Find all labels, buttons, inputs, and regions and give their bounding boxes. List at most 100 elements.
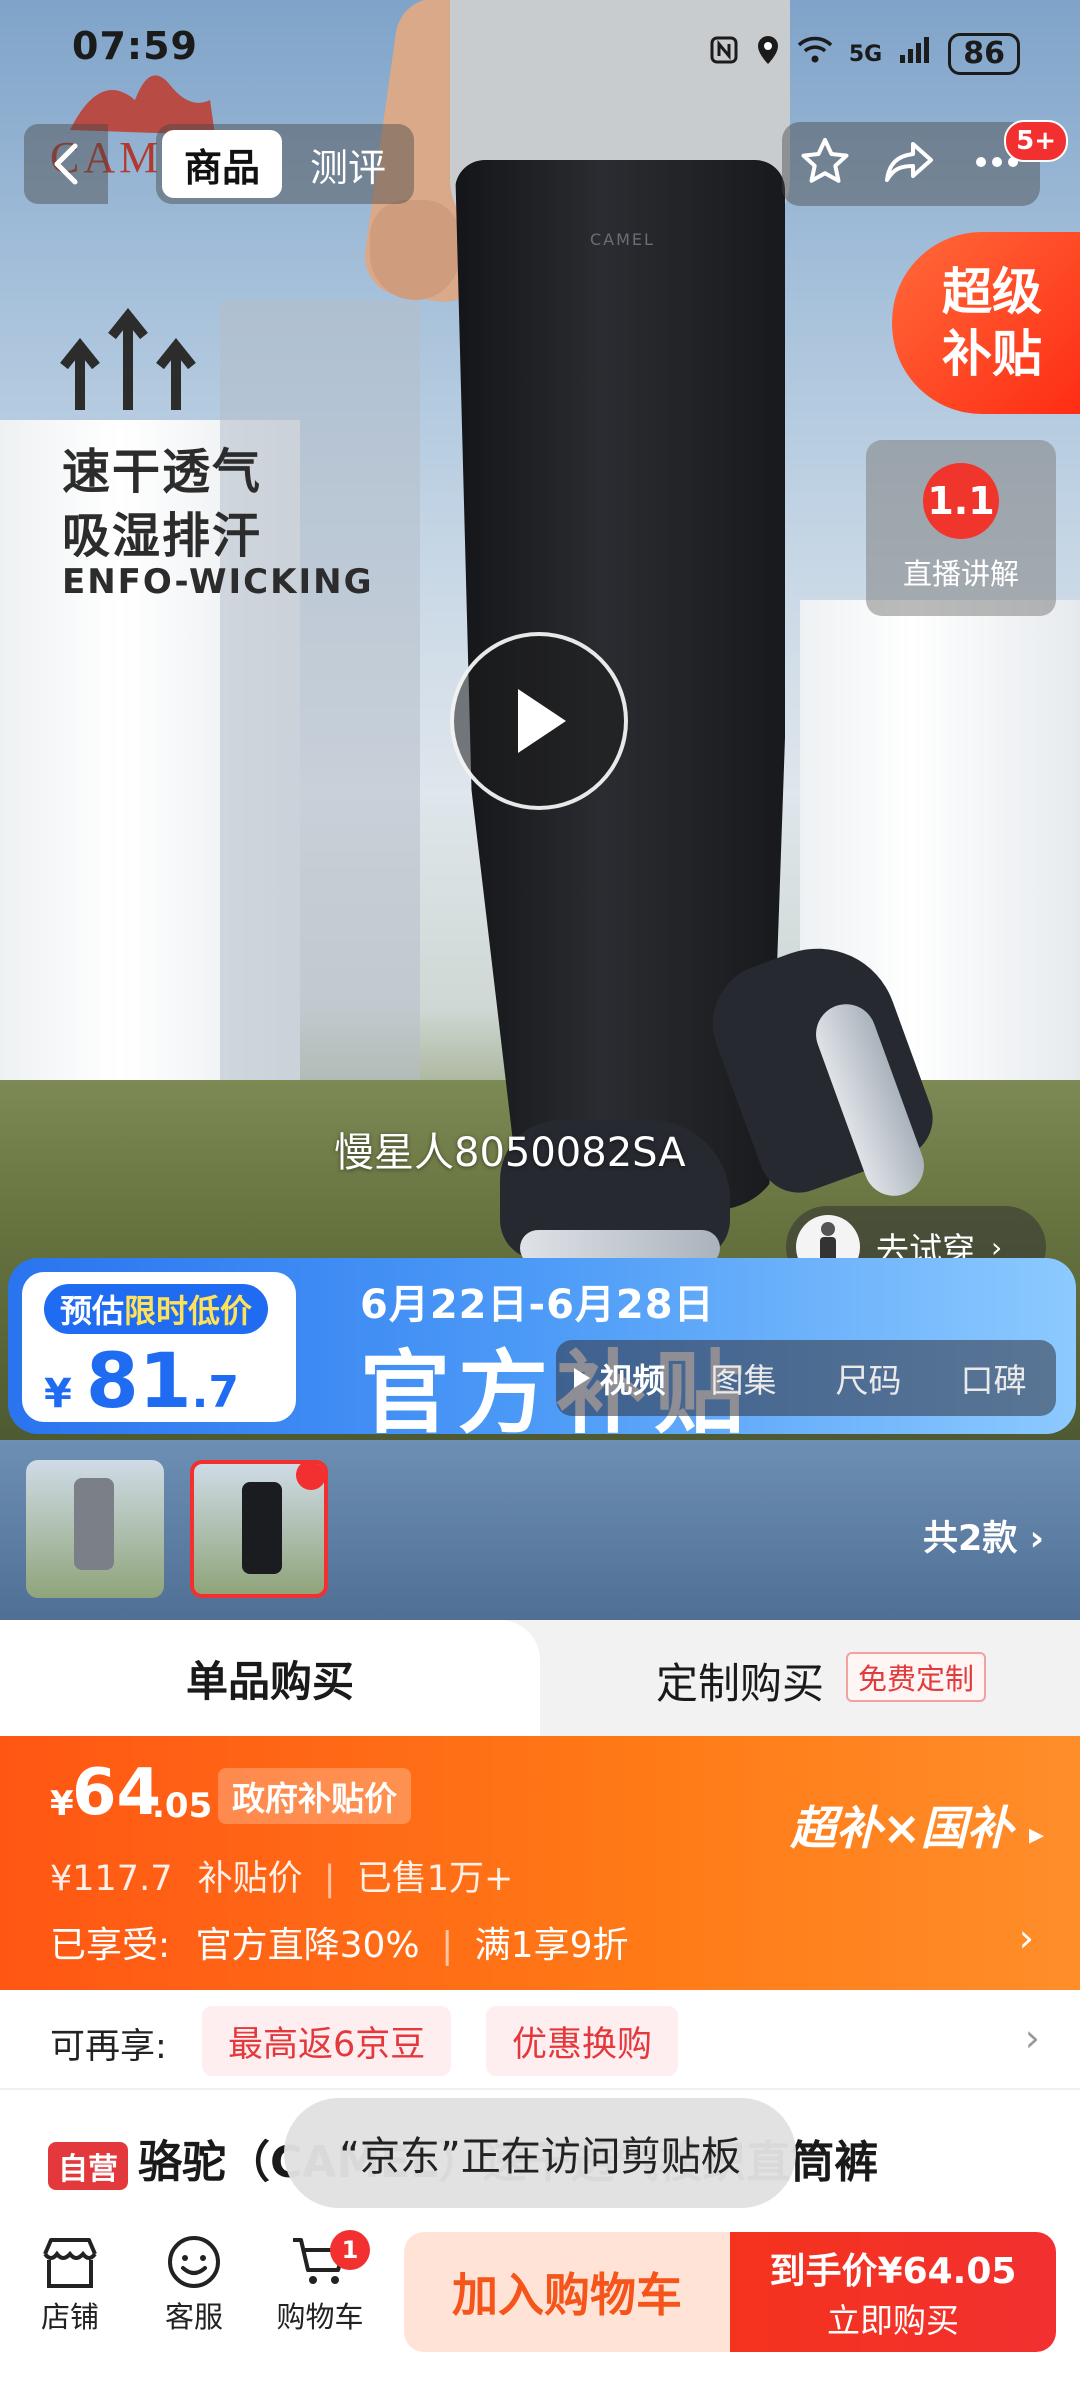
customer-service-icon xyxy=(168,2236,220,2288)
tab-single-purchase[interactable]: 单品购买 xyxy=(0,1620,540,1736)
tab-custom-purchase[interactable]: 定制购买 xyxy=(656,1650,824,1711)
chevron-right-icon[interactable]: › xyxy=(1019,1916,1034,1960)
sold-count: 已售1万+ xyxy=(356,1859,514,1899)
more-badge: 5+ xyxy=(1004,120,1068,162)
store-button[interactable]: 店铺 xyxy=(10,2234,130,2336)
free-custom-tag: 免费定制 xyxy=(846,1652,987,1702)
estimated-price-currency: ¥ xyxy=(44,1371,72,1417)
ad-english: ENFO-WICKING xyxy=(62,562,374,602)
estimated-price-dec: .7 xyxy=(191,1367,239,1418)
back-button[interactable] xyxy=(24,124,108,204)
price-decimal: .05 xyxy=(152,1786,213,1826)
signal-icon xyxy=(898,35,932,73)
extra-benefits[interactable]: 可再享: 最高返6京豆 优惠换购 › xyxy=(0,1990,1080,2090)
share-icon[interactable] xyxy=(883,134,939,194)
media-tabs: 视频 图集 尺码 口碑 xyxy=(556,1340,1056,1416)
chevron-left-icon xyxy=(54,143,78,185)
upward-arrows-icon xyxy=(60,300,200,424)
variant-count-label: 共2款 xyxy=(923,1519,1018,1559)
media-tab-reviews[interactable]: 口碑 xyxy=(931,1354,1056,1402)
ad-line-2: 吸湿排汗 xyxy=(62,508,263,564)
buy-now-label: 立即购买 xyxy=(827,2301,959,2340)
buy-now-price: 到手价¥64.05 xyxy=(769,2251,1017,2292)
favorite-star-icon[interactable] xyxy=(797,134,853,194)
variant-thumb-black[interactable] xyxy=(190,1460,328,1598)
product-hero-image[interactable]: CAMEL CAMEL 07:59 5G 86 商品 测评 5+ 超级 补贴 1… xyxy=(0,0,1080,1440)
triangle-right-icon: ▸ xyxy=(1028,1817,1044,1852)
discount-official: 官方直降30% xyxy=(195,1925,420,1966)
media-tab-size[interactable]: 尺码 xyxy=(806,1354,931,1402)
tab-product[interactable]: 商品 xyxy=(162,130,283,198)
live-explain-button[interactable]: 1.1 直播讲解 xyxy=(866,440,1056,616)
network-label: 5G xyxy=(848,41,883,67)
cart-button[interactable]: 购物车 1 xyxy=(260,2230,380,2336)
play-icon xyxy=(518,689,566,753)
divider: | xyxy=(323,1859,336,1899)
benefit-jd-beans[interactable]: 最高返6京豆 xyxy=(202,2006,452,2076)
enjoyed-label: 已享受: xyxy=(50,1925,171,1966)
discount-line: 已享受: 官方直降30% | 满1享9折 xyxy=(50,1916,628,1968)
wifi-icon xyxy=(797,35,833,73)
battery-indicator: 86 xyxy=(948,33,1020,75)
header-tabs: 商品 测评 xyxy=(156,124,415,204)
buy-now-button[interactable]: 到手价¥64.05 立即购买 xyxy=(730,2232,1056,2352)
media-tab-video[interactable]: 视频 xyxy=(556,1354,681,1402)
store-label: 店铺 xyxy=(40,2300,99,2334)
self-operated-tag: 自营 xyxy=(48,2142,128,2190)
service-button[interactable]: 客服 xyxy=(134,2234,254,2336)
variant-black-pants xyxy=(242,1482,282,1574)
chevron-right-icon: › xyxy=(1029,1519,1044,1559)
live-icon: 1.1 xyxy=(923,463,999,539)
model-hand xyxy=(370,200,460,300)
price-block[interactable]: ¥ 64 .05 政府补贴价 ¥117.7 补贴价 | 已售1万+ 已享受: 官… xyxy=(0,1736,1080,1990)
variant-thumb-grey[interactable] xyxy=(26,1460,164,1598)
nfc-icon xyxy=(709,35,739,73)
price-currency: ¥ xyxy=(50,1784,74,1824)
ad-line-1: 速干透气 xyxy=(62,444,263,500)
purchase-mode-tabs: 单品购买 定制购买 免费定制 xyxy=(0,1620,1080,1736)
live-label: 直播讲解 xyxy=(902,557,1019,591)
variant-selected-dot xyxy=(296,1464,324,1490)
cart-count-badge: 1 xyxy=(330,2230,370,2270)
play-small-icon xyxy=(573,1368,590,1388)
subsidy-link-label: 超补×国补 xyxy=(790,1801,1013,1855)
background-wall-shadow xyxy=(220,300,420,1120)
original-price-label: 补贴价 xyxy=(197,1859,303,1899)
cart-label: 购物车 xyxy=(276,2300,364,2334)
play-video-button[interactable] xyxy=(450,632,628,810)
subsidy-link[interactable]: 超补×国补 ▸ xyxy=(790,1792,1044,1858)
gov-subsidy-tag: 政府补贴价 xyxy=(218,1768,411,1824)
benefit-exchange[interactable]: 优惠换购 xyxy=(486,2006,679,2076)
model-name-caption: 慢星人8050082SA xyxy=(334,1130,686,1176)
bottom-bar: 店铺 客服 购物车 1 加入购物车 到手价¥64.05 立即购买 xyxy=(0,2220,1080,2400)
clipboard-toast: “京东”正在访问剪贴板 xyxy=(284,2098,796,2208)
estimated-price-label: 预估 限时低价 xyxy=(44,1284,269,1334)
estimated-label-highlight: 限时低价 xyxy=(124,1292,253,1330)
variant-strip: 共2款 › xyxy=(0,1440,1080,1620)
price-meta: ¥117.7 补贴价 | 已售1万+ xyxy=(50,1850,513,1901)
estimated-label-pre: 预估 xyxy=(60,1292,125,1330)
super-subsidy-line1: 超级 xyxy=(942,263,1042,321)
divider: | xyxy=(441,1925,454,1966)
discount-full: 满1享9折 xyxy=(474,1925,629,1966)
benefits-label: 可再享: xyxy=(50,2027,167,2067)
super-subsidy-badge[interactable]: 超级 补贴 xyxy=(892,232,1080,414)
chevron-right-icon: › xyxy=(1024,2016,1040,2060)
super-subsidy-line2: 补贴 xyxy=(942,325,1042,383)
store-icon xyxy=(43,2238,97,2288)
variant-grey-pants xyxy=(74,1478,114,1570)
original-price: ¥117.7 xyxy=(50,1859,173,1899)
status-time: 07:59 xyxy=(72,24,198,68)
variant-count-link[interactable]: 共2款 › xyxy=(923,1510,1044,1561)
media-tab-gallery[interactable]: 图集 xyxy=(681,1354,806,1402)
estimated-price-int: 81 xyxy=(85,1336,192,1425)
service-label: 客服 xyxy=(164,2300,223,2334)
header-actions xyxy=(782,122,1040,206)
estimated-price-card: 预估 限时低价 ¥ 81 .7 xyxy=(22,1272,296,1425)
media-tab-video-label: 视频 xyxy=(599,1361,666,1400)
tab-review[interactable]: 测评 xyxy=(288,130,408,198)
price-integer: 64 xyxy=(72,1756,162,1830)
status-icons: 5G 86 xyxy=(709,24,1020,84)
location-icon xyxy=(755,34,781,74)
add-to-cart-button[interactable]: 加入购物车 xyxy=(404,2232,730,2352)
